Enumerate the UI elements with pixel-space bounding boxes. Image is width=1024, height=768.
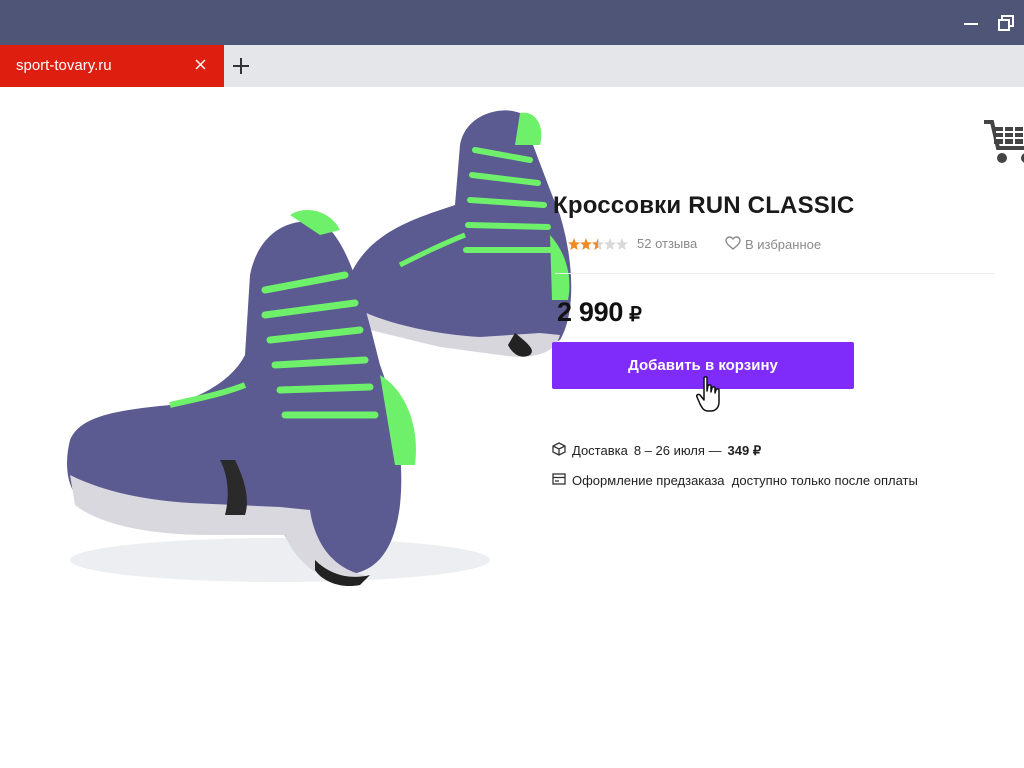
card-icon <box>552 473 566 488</box>
tab-title: sport-tovary.ru <box>16 57 112 74</box>
product-image <box>60 105 580 600</box>
tab-bar: sport-tovary.ru <box>0 45 1024 87</box>
preorder-info: Оформление предзаказа доступно только по… <box>552 473 918 488</box>
heart-icon <box>725 235 741 254</box>
rating-stars <box>568 236 628 252</box>
favorite-label: В избранное <box>745 237 822 252</box>
hand-cursor-icon <box>696 376 726 414</box>
browser-tab-active[interactable]: sport-tovary.ru <box>0 45 224 87</box>
star-icon <box>568 238 580 250</box>
delivery-price: 349 ₽ <box>727 442 762 458</box>
star-icon <box>616 238 628 250</box>
price-value: 2 990 <box>557 297 624 327</box>
window-titlebar <box>0 0 1024 45</box>
delivery-dates: 8 – 26 июля — <box>633 443 722 458</box>
close-icon[interactable] <box>192 56 210 74</box>
product-price: 2 990 ₽ <box>557 297 642 328</box>
star-icon <box>592 238 604 250</box>
minimize-icon[interactable] <box>960 12 982 34</box>
product-title: Кроссовки RUN CLASSIC <box>553 192 855 219</box>
star-icon <box>604 238 616 250</box>
add-to-favorites[interactable]: В избранное <box>725 235 821 254</box>
price-currency: ₽ <box>629 304 642 326</box>
divider <box>555 273 995 274</box>
plus-icon[interactable] <box>230 55 252 77</box>
star-icon <box>580 238 592 250</box>
box-icon <box>552 442 566 459</box>
shopping-cart-icon[interactable] <box>982 118 1024 166</box>
delivery-info: Доставка 8 – 26 июля — 349 ₽ <box>552 442 761 459</box>
reviews-link[interactable]: 52 отзыва <box>637 236 697 251</box>
preorder-text: Оформление предзаказа доступно только по… <box>572 473 918 488</box>
delivery-label: Доставка <box>572 443 628 458</box>
restore-icon[interactable] <box>995 12 1017 34</box>
